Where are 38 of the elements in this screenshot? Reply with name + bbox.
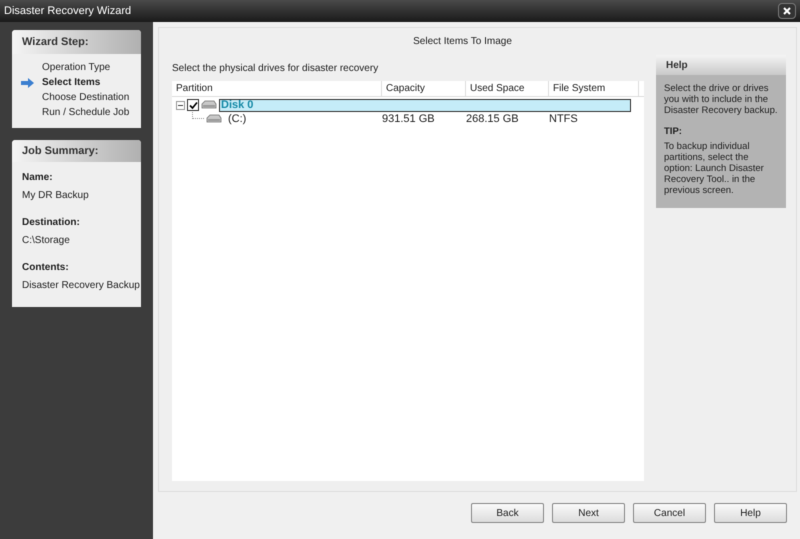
- table-cell-text: 268.15 GB: [466, 112, 520, 127]
- tip-title: TIP:: [664, 126, 683, 137]
- instruction-text: Select the physical drives for disaster recovery: [172, 62, 380, 76]
- help-title: Help: [656, 55, 786, 75]
- field-value: Disaster Recovery Backup: [22, 279, 141, 293]
- wizard-step: Choose Destination: [42, 90, 130, 105]
- wizard-button[interactable]: Cancel: [633, 503, 706, 523]
- panel-header: Wizard Step:: [12, 30, 141, 54]
- column-header[interactable]: Capacity: [382, 81, 466, 96]
- arrow-icon: [20, 78, 34, 88]
- wizard-button[interactable]: Back: [471, 503, 544, 523]
- drive-name[interactable]: (C:): [224, 110, 246, 128]
- close-button[interactable]: [778, 3, 796, 19]
- column-header[interactable]: File System: [549, 81, 639, 96]
- field-value: C:\Storage: [22, 234, 71, 248]
- column-header[interactable]: Used Space: [466, 81, 549, 96]
- wizard-step: Run / Schedule Job: [42, 105, 130, 120]
- drive-icon: [201, 100, 217, 110]
- wizard-button[interactable]: Help: [714, 503, 787, 523]
- wizard-step: Operation Type: [42, 60, 110, 75]
- close-icon: [783, 7, 791, 15]
- table-cell-text: 931.51 GB: [382, 112, 436, 127]
- page-title: Select Items To Image: [412, 35, 513, 49]
- field-value: My DR Backup: [22, 189, 90, 203]
- field-label: Destination:: [22, 216, 81, 230]
- wizard-step: Select Items: [42, 75, 100, 90]
- collapse-icon[interactable]: [176, 100, 185, 110]
- table-cell-text: NTFS: [549, 112, 579, 127]
- panel-header: Job Summary:: [12, 140, 141, 162]
- wizard-button[interactable]: Next: [552, 503, 625, 523]
- window-title: Disaster Recovery Wizard: [4, 4, 132, 19]
- field-label: Contents:: [22, 261, 70, 275]
- tip-text: To backup individual partitions, select the option: Launch Disaster Recovery Tool.. in the previous screen.: [664, 141, 765, 196]
- help-text: Select the drive or drives you with to include in the Disaster Recovery backup.: [664, 83, 778, 116]
- field-label: Name:: [22, 171, 54, 185]
- drive-icon: [206, 114, 222, 124]
- column-header[interactable]: Partition: [172, 81, 382, 96]
- checkbox[interactable]: [187, 99, 199, 111]
